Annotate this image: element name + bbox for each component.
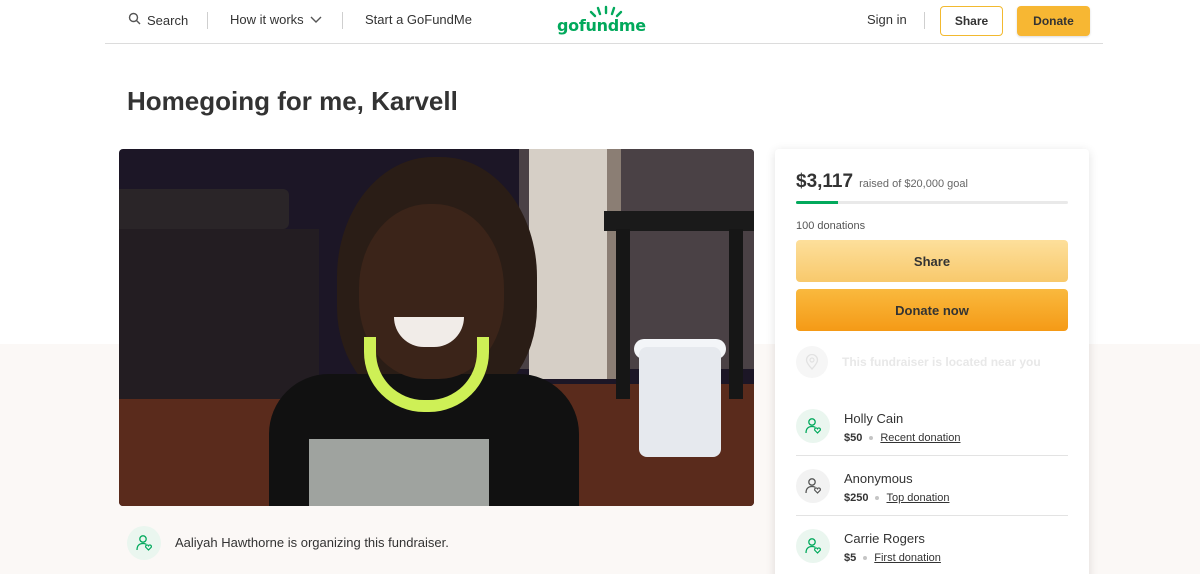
top-nav: Search How it works Start a GoFundMe gof… (105, 0, 1103, 44)
separator-dot (863, 556, 868, 560)
donor-amount: $5 (844, 552, 857, 564)
search-icon (128, 12, 141, 28)
photo-chair-back (119, 229, 319, 399)
donor-avatar (796, 529, 830, 563)
donations-count: 100 donations (796, 220, 866, 232)
donor-tag-link[interactable]: Recent donation (880, 432, 960, 444)
photo-table (604, 211, 754, 231)
logo-text: gofundme (557, 16, 646, 35)
campaign-photo[interactable] (119, 149, 754, 506)
user-heart-icon (805, 478, 821, 494)
donor-row: Holly Cain $50 Recent donation (796, 403, 1068, 463)
donor-meta: $250 Top donation (844, 492, 949, 504)
nav-divider (924, 12, 925, 29)
donor-amount: $250 (844, 492, 869, 504)
donate-card: $3,117 raised of $20,000 goal 100 donati… (775, 149, 1089, 574)
chevron-down-icon (310, 12, 322, 27)
donor-name: Carrie Rogers (844, 531, 925, 546)
user-heart-icon (136, 535, 152, 551)
search-link[interactable]: Search (128, 12, 188, 28)
organizer-text: Aaliyah Hawthorne is organizing this fun… (175, 535, 449, 550)
raised-summary: $3,117 raised of $20,000 goal (796, 171, 968, 193)
donor-meta: $50 Recent donation (844, 432, 960, 444)
donor-divider (796, 515, 1068, 516)
donor-divider (796, 455, 1068, 456)
user-heart-icon (805, 418, 821, 434)
separator-dot (869, 436, 874, 440)
photo-table-leg (616, 229, 630, 399)
donor-row: Carrie Rogers $5 First donation (796, 523, 1068, 574)
header-share-button[interactable]: Share (940, 6, 1003, 36)
header-donate-button[interactable]: Donate (1017, 6, 1090, 36)
search-label: Search (147, 12, 189, 28)
photo-chair (119, 189, 289, 229)
raised-goal: raised of $20,000 goal (859, 178, 968, 190)
nav-divider (342, 12, 343, 29)
share-button[interactable]: Share (796, 240, 1068, 282)
donor-name: Anonymous (844, 471, 913, 486)
donor-tag-link[interactable]: Top donation (886, 492, 949, 504)
donate-now-button[interactable]: Donate now (796, 289, 1068, 331)
separator-dot (875, 496, 880, 500)
how-it-works-menu[interactable]: How it works (230, 12, 322, 27)
donor-meta: $5 First donation (844, 552, 941, 564)
sign-in-link[interactable]: Sign in (867, 12, 907, 27)
donor-amount: $50 (844, 432, 863, 444)
start-gofundme-label: Start a GoFundMe (365, 12, 472, 27)
progress-fill (796, 201, 839, 204)
donor-row: Anonymous $250 Top donation (796, 463, 1068, 523)
photo-shirt-print (309, 439, 489, 506)
photo-table-leg (729, 229, 743, 399)
start-gofundme-link[interactable]: Start a GoFundMe (365, 12, 472, 27)
donor-avatar (796, 469, 830, 503)
sign-in-label: Sign in (867, 12, 907, 27)
organizer-avatar (127, 526, 161, 560)
donor-tag-link[interactable]: First donation (874, 552, 941, 564)
user-heart-icon (805, 538, 821, 554)
location-notice: This fundraiser is located near you (796, 346, 1041, 378)
location-text: This fundraiser is located near you (842, 355, 1041, 369)
photo-door (529, 149, 609, 379)
photo-container (639, 347, 721, 457)
donor-name: Holly Cain (844, 411, 904, 426)
location-pin-icon (796, 346, 828, 378)
raised-amount: $3,117 (796, 171, 854, 192)
campaign-title: Homegoing for me, Karvell (127, 86, 458, 116)
gofundme-logo[interactable]: gofundme (557, 5, 657, 39)
how-it-works-label: How it works (230, 12, 304, 27)
nav-divider (207, 12, 208, 29)
progress-bar (796, 201, 1068, 204)
donor-avatar (796, 409, 830, 443)
